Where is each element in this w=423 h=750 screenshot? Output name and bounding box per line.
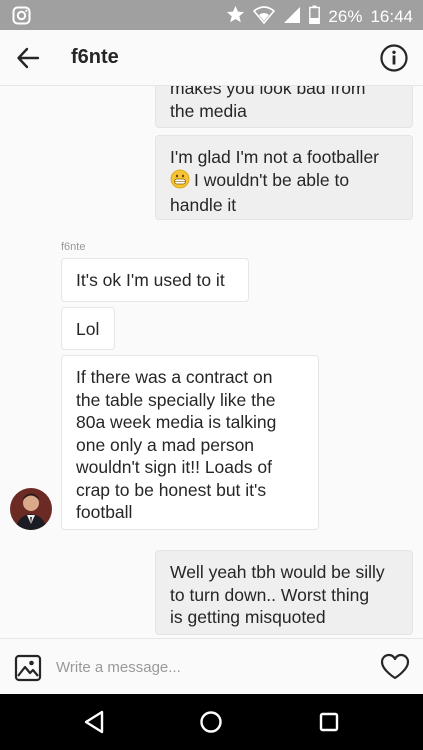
message-line: Lol — [76, 319, 100, 339]
gallery-icon[interactable] — [14, 654, 42, 682]
grinning-face-icon — [170, 169, 190, 195]
message-thread[interactable]: makes you look bad from the media I'm gl… — [0, 86, 423, 638]
wifi-icon — [253, 5, 276, 29]
message-line: wouldn't sign it!! Loads of — [76, 457, 272, 477]
outgoing-message[interactable]: makes you look bad from the media — [155, 86, 413, 128]
message-line: If there was a contract on — [76, 367, 273, 387]
message-input[interactable] — [56, 655, 356, 679]
conversation-title[interactable]: f6nte — [71, 46, 119, 69]
message-line: I wouldn't be able to — [194, 169, 350, 190]
message-line: handle it — [170, 195, 237, 215]
message-line: football — [76, 502, 133, 522]
incoming-message[interactable]: If there was a contract on the table spe… — [61, 355, 319, 530]
incoming-message[interactable]: It's ok I'm used to it — [61, 258, 249, 302]
battery-percent: 26% — [328, 7, 363, 26]
status-time: 16:44 — [370, 7, 413, 26]
chat-header: f6nte — [0, 30, 423, 86]
message-line: Well yeah tbh would be silly — [170, 562, 385, 582]
battery-icon — [309, 5, 321, 29]
message-line: the media — [170, 100, 247, 121]
message-line: It's ok I'm used to it — [76, 270, 225, 290]
message-line: one only a mad person — [76, 434, 255, 455]
back-triangle-icon[interactable] — [80, 708, 108, 736]
info-icon[interactable] — [379, 43, 409, 73]
avatar[interactable] — [10, 488, 52, 530]
message-composer — [0, 638, 423, 694]
instagram-icon — [12, 6, 31, 30]
system-nav-bar — [0, 694, 423, 750]
message-line: makes you look bad from — [170, 86, 366, 98]
back-arrow-icon[interactable] — [14, 44, 42, 72]
message-line: crap to be honest but it's — [76, 479, 267, 500]
message-line: is getting misquoted — [170, 607, 326, 627]
status-bar: 26% 16:44 — [0, 0, 423, 30]
message-line: 80a week media is talking — [76, 412, 277, 432]
outgoing-message[interactable]: Well yeah tbh would be silly to turn dow… — [155, 550, 413, 635]
recents-square-icon[interactable] — [315, 708, 343, 736]
outgoing-message[interactable]: I'm glad I'm not a footballer I wouldn't… — [155, 135, 413, 220]
signal-icon — [283, 6, 301, 29]
star-icon — [226, 5, 245, 29]
message-line: to turn down.. Worst thing — [170, 584, 370, 605]
sender-label: f6nte — [61, 241, 86, 253]
home-circle-icon[interactable] — [197, 708, 225, 736]
message-line: I'm glad I'm not a footballer — [170, 147, 380, 167]
incoming-message[interactable]: Lol — [61, 307, 115, 350]
message-line: the table specially like the — [76, 389, 276, 410]
heart-icon[interactable] — [380, 653, 410, 681]
